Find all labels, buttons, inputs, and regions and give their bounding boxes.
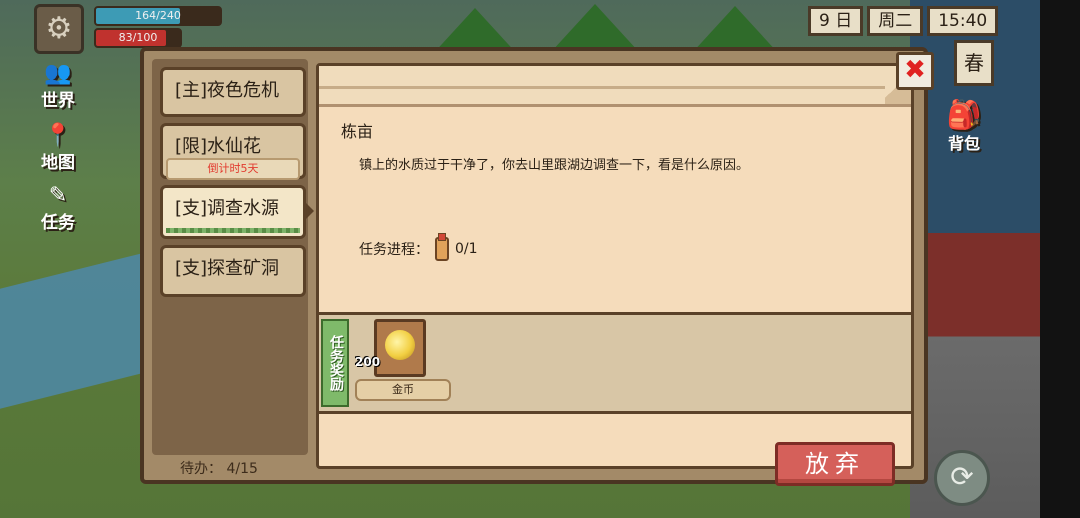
screen-edge — [1040, 0, 1080, 518]
quest-item-mine[interactable]: [支]探查矿洞 — [160, 245, 306, 297]
nav-world-label: 世界 — [41, 91, 75, 111]
gold-coin-icon — [385, 330, 415, 360]
bottle-icon — [435, 233, 449, 261]
time-display: 15:40 — [927, 6, 999, 36]
nav-map-button[interactable]: 📍 地图 — [34, 123, 82, 174]
quest-dialog: [主]夜色危机 [限]水仙花 倒计时5天 [支]调查水源 [支]探查矿洞 待办：… — [140, 47, 934, 486]
quest-detail-panel: 栋亩 镇上的水质过于干净了，你去山里跟湖边调查一下，看是什么原因。 任务进程： … — [316, 63, 914, 486]
map-pin-icon: 📍 — [44, 123, 72, 148]
reward-area: 任务奖励 200 金币 — [319, 312, 911, 414]
season-display: 春 — [954, 40, 994, 86]
countdown-badge: 倒计时5天 — [166, 158, 300, 180]
quest-item-limited[interactable]: [限]水仙花 倒计时5天 — [160, 123, 306, 180]
quest-item-label: [支]探查矿洞 — [175, 258, 280, 279]
quest-item-main[interactable]: [主]夜色危机 — [160, 67, 306, 117]
hp-bar: 164/240 — [94, 6, 222, 26]
weekday-display: 周二 — [867, 6, 924, 36]
quest-item-label: [限]水仙花 — [175, 136, 262, 157]
quest-list: [主]夜色危机 [限]水仙花 倒计时5天 [支]调查水源 [支]探查矿洞 — [152, 59, 314, 455]
quest-item-water-source[interactable]: [支]调查水源 — [160, 185, 314, 239]
people-icon: 👥 — [44, 61, 72, 86]
reward-count: 200 — [355, 355, 381, 369]
quill-icon: ✎ — [48, 183, 68, 208]
quest-item-label: [支]调查水源 — [175, 198, 280, 219]
nav-world-button[interactable]: 👥 世界 — [34, 61, 82, 112]
quest-giver-name: 栋亩 — [341, 122, 374, 141]
header-divider — [319, 86, 891, 89]
bag-label: 背包 — [947, 134, 980, 153]
energy-text: 83/100 — [118, 31, 158, 44]
hp-text: 164/240 — [135, 9, 181, 22]
quest-progress: 任务进程： 0/1 — [359, 233, 478, 261]
energy-bar: 83/100 — [94, 28, 182, 48]
reward-tag: 任务奖励 — [321, 319, 349, 407]
backpack-icon: 🎒 — [946, 98, 982, 131]
quest-description: 镇上的水质过于干净了，你去山里跟湖边调查一下，看是什么原因。 — [359, 158, 750, 173]
todo-count: 待办： 4/15 — [180, 461, 258, 477]
day-display: 9 日 — [808, 6, 864, 36]
close-icon[interactable]: ✖ — [896, 52, 934, 90]
quest-item-label: [主]夜色危机 — [175, 80, 280, 101]
selected-stripe — [166, 228, 300, 233]
nav-quest-button[interactable]: ✎ 任务 — [34, 183, 82, 234]
river — [0, 251, 150, 409]
nav-quest-label: 任务 — [41, 213, 75, 233]
abandon-button[interactable]: 放弃 — [775, 442, 895, 486]
detail-header — [319, 66, 911, 107]
refresh-icon[interactable]: ⟳ — [934, 450, 990, 506]
date-time-bar: 9 日 周二 15:40 — [808, 6, 999, 36]
progress-value: 0/1 — [455, 241, 478, 257]
reward-name: 金币 — [355, 379, 451, 401]
nav-map-label: 地图 — [41, 153, 75, 173]
settings-gear-icon[interactable]: ⚙ — [34, 4, 84, 54]
progress-label: 任务进程： — [359, 242, 429, 258]
reward-slot — [374, 319, 426, 377]
bag-button[interactable]: 🎒 背包 — [934, 100, 994, 156]
